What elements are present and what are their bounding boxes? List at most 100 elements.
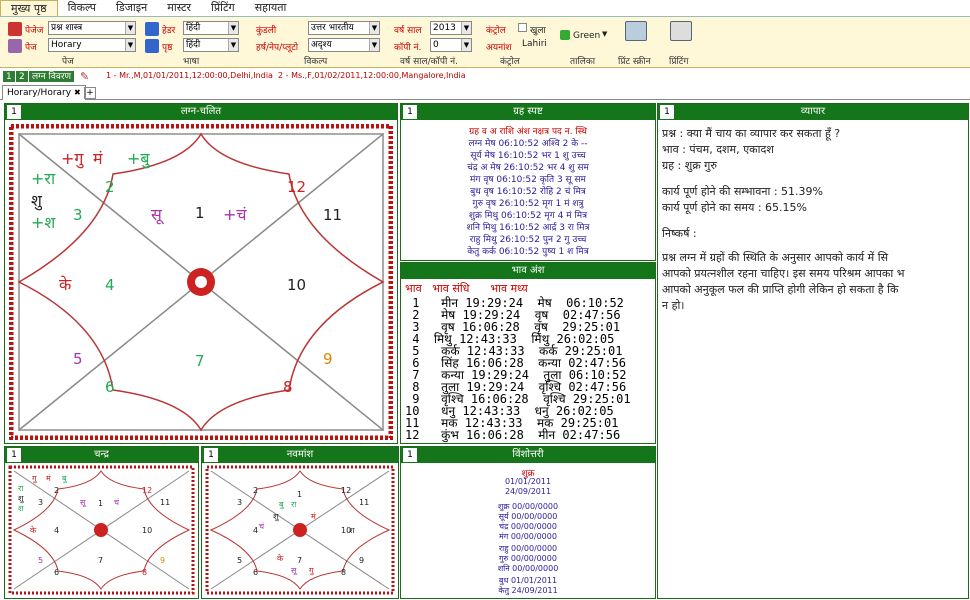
planet-shukra: शु — [18, 494, 24, 504]
lagna-chart: 1 2 3 4 5 6 7 8 9 10 11 12 +गु मं +बु +र… — [9, 124, 393, 440]
record-1-text[interactable]: 1 - Mr.,M,01/01/2011,12:00:00,Delhi,Indi… — [106, 71, 273, 80]
pages-select[interactable]: प्रश्न शास्त्र ▼ — [48, 21, 136, 35]
copy-select[interactable]: 0 ▼ — [430, 38, 472, 52]
house-3: 3 — [73, 206, 83, 224]
harsh-label: हर्ष/नेप/प्लूटो — [256, 43, 299, 53]
printer-icon[interactable] — [670, 21, 692, 41]
planet-ketu: के — [30, 525, 37, 535]
ayanamsa-value[interactable]: Lahiri — [522, 39, 547, 49]
bhava-row: 12 कुंभ 16:06:28 मीन 02:47:56 — [405, 428, 621, 442]
body-lang-select[interactable]: हिंदी ▼ — [183, 38, 239, 52]
panel-number[interactable]: 1 — [7, 448, 21, 462]
record-2-button[interactable]: 2 — [15, 70, 29, 83]
option-group-label: विकल्प — [304, 57, 328, 67]
year-label: वर्ष साल — [394, 26, 422, 36]
record-1-button[interactable]: 1 — [2, 70, 16, 83]
printing-label[interactable]: प्रिंटिंग — [669, 54, 688, 67]
kundli-select[interactable]: उत्तर भारतीय ▼ — [308, 21, 380, 35]
planet-guru: गु — [32, 474, 38, 484]
vyapar-conclusion-line: प्रश्न लग्न में ग्रहों की स्थिति के अनुस… — [662, 251, 889, 264]
planet-shani: श — [18, 504, 24, 513]
planet-chandra: चं — [114, 498, 120, 507]
planet-shani: +श — [31, 213, 56, 232]
color-swatch-icon — [560, 30, 570, 40]
planet-mangal: मं — [311, 512, 316, 521]
planet-rahu: रा — [18, 484, 24, 493]
panel-title: ग्रह स्पष्ट — [513, 106, 543, 117]
lagna-detail-button[interactable]: लग्न विवरण — [28, 70, 76, 83]
dasha-start: 01/01/2011 — [504, 477, 552, 486]
copy-label: कॉपी नं. — [394, 43, 422, 53]
house-5: 5 — [73, 350, 83, 368]
antardasha-row: शनि 00/00/0000 — [497, 564, 559, 573]
house-11: 11 — [160, 498, 170, 507]
panel-number[interactable]: 1 — [660, 105, 674, 119]
vyapar-conclusion-line: न हो। — [662, 299, 685, 312]
house-9: 9 — [160, 556, 165, 565]
antardasha-row: मंग 00/00/0000 — [499, 532, 557, 541]
menu-options[interactable]: विकल्प — [58, 0, 106, 16]
body-label: पृष्ठ — [162, 43, 173, 53]
panel-number[interactable]: 1 — [403, 448, 417, 462]
page-group-label: पेज — [62, 57, 74, 67]
vyapar-probability: कार्य पूर्ण होने की सम्भावना : 51.39% — [662, 185, 823, 198]
panel-number[interactable]: 1 — [7, 105, 21, 119]
vyapar-conclusion-label: निष्कर्ष : — [662, 227, 697, 240]
panel-number[interactable]: 1 — [204, 448, 218, 462]
vyapar-bhava: भाव : पंचम, दशम, एकादश — [662, 143, 774, 156]
planet-shukra: शु — [31, 191, 43, 211]
planet-guru: गु — [309, 566, 315, 576]
print-screen-label[interactable]: प्रिंट स्क्रीन — [618, 54, 651, 67]
planet-rahu: +रा — [31, 169, 56, 188]
house-4: 4 — [105, 276, 115, 294]
add-tab-button[interactable]: + — [84, 87, 96, 99]
harsh-select[interactable]: अदृश्य ▼ — [308, 38, 380, 52]
planet-chandra: चं — [259, 522, 265, 531]
open-label: खुला — [530, 26, 546, 36]
panel-title: लग्न-चलित — [180, 106, 222, 117]
vyapar-panel: 1 व्यापार प्रश्न : क्या मैं चाय का व्यापा… — [657, 103, 969, 599]
panel-title: व्यापार — [800, 106, 826, 117]
house-9: 9 — [359, 556, 364, 565]
record-2-text[interactable]: 2 - Ms.,F,01/02/2011,12:00:00,Mangalore,… — [278, 71, 466, 80]
house-2: 2 — [253, 486, 258, 495]
house-3: 3 — [38, 498, 43, 507]
control-label: कंट्रोल — [486, 26, 506, 36]
page-select[interactable]: Horary ▼ — [48, 38, 136, 52]
kundli-label: कुंडली — [256, 26, 277, 36]
pages-label: पेजेज — [25, 26, 44, 36]
menu-home[interactable]: मुख्य पृष्ठ — [0, 0, 58, 16]
menu-printing[interactable]: प्रिंटिंग — [201, 0, 245, 16]
chevron-down-icon[interactable]: ▼ — [602, 30, 607, 38]
house-11: 11 — [359, 498, 369, 507]
house-8: 8 — [341, 568, 346, 577]
house-10: 10 — [142, 526, 152, 535]
ribbon: पेजेज प्रश्न शास्त्र ▼ पेज Horary ▼ पेज हे… — [0, 17, 970, 68]
chandra-chart: 1 2 3 4 5 6 7 8 9 10 11 12 गु मं बु रा श… — [8, 465, 195, 595]
header-lang-select[interactable]: हिंदी ▼ — [183, 21, 239, 35]
house-5: 5 — [38, 556, 43, 565]
panel-number[interactable]: 1 — [403, 105, 417, 119]
year-select[interactable]: 2013 ▼ — [430, 21, 472, 35]
menu-bar: मुख्य पृष्ठ विकल्प डिजाइन मास्टर प्रिंटि… — [0, 0, 970, 17]
pencil-icon[interactable]: ✎ — [80, 70, 89, 83]
menu-design[interactable]: डिजाइन — [106, 0, 157, 16]
record-bar: 1 2 लग्न विवरण ✎ 1 - Mr.,M,01/01/2011,12… — [0, 68, 970, 85]
planet-mangal: मं — [93, 149, 103, 168]
open-checkbox[interactable] — [518, 23, 527, 32]
close-icon[interactable]: ✖ — [74, 88, 81, 97]
page-icon — [8, 39, 22, 53]
planet-guru: +गु — [61, 149, 84, 169]
tab-horary[interactable]: Horary/Horary ✖ — [2, 85, 86, 100]
menu-master[interactable]: मास्टर — [157, 0, 201, 16]
color-select[interactable]: Green — [573, 31, 600, 41]
house-7: 7 — [98, 556, 103, 565]
menu-help[interactable]: सहायता — [245, 0, 297, 16]
panel-title: चन्द्र — [94, 449, 109, 460]
print-screen-icon[interactable] — [625, 21, 647, 41]
planet-surya: सू — [151, 205, 165, 225]
lagna-chart-panel: 1 लग्न-चलित 1 2 3 4 5 6 7 8 9 10 11 12 +ग… — [4, 103, 398, 444]
planet-surya: सू — [291, 566, 298, 576]
header-icon — [145, 22, 159, 36]
house-1: 1 — [297, 490, 302, 499]
